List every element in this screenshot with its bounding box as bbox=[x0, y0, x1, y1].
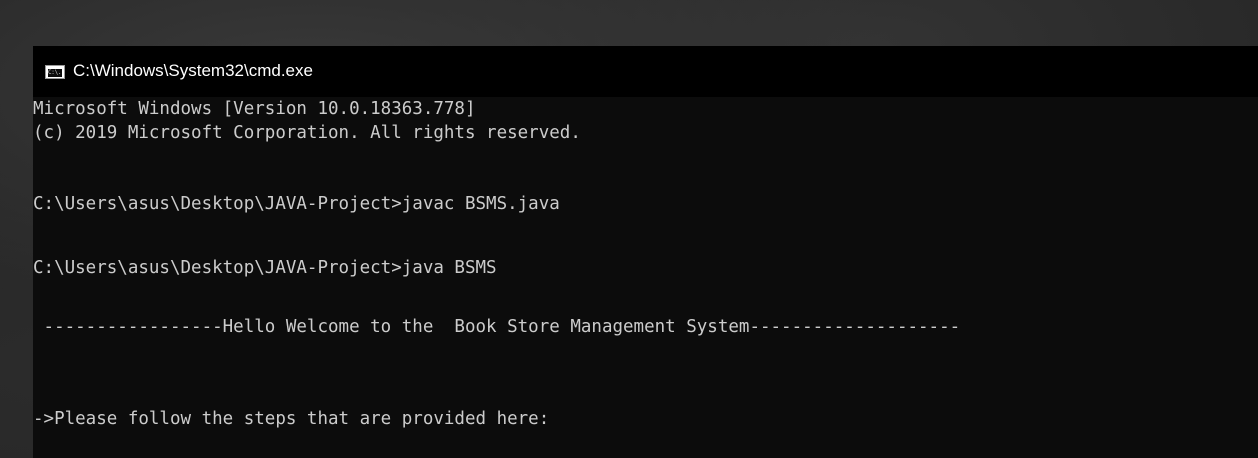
console-line: -----------------Hello Welcome to the Bo… bbox=[33, 317, 961, 337]
console-output[interactable]: Microsoft Windows [Version 10.0.18363.77… bbox=[33, 97, 1258, 458]
console-line: (c) 2019 Microsoft Corporation. All righ… bbox=[33, 123, 581, 143]
console-line: C:\Users\asus\Desktop\JAVA-Project>java … bbox=[33, 258, 497, 278]
desktop-background: C:\. C:\Windows\System32\cmd.exe Microso… bbox=[0, 0, 1258, 458]
cmd-icon: C:\. bbox=[45, 65, 65, 79]
cmd-window[interactable]: C:\. C:\Windows\System32\cmd.exe Microso… bbox=[33, 46, 1258, 458]
window-title: C:\Windows\System32\cmd.exe bbox=[73, 61, 313, 80]
console-line: Microsoft Windows [Version 10.0.18363.77… bbox=[33, 99, 476, 119]
title-bar[interactable]: C:\. C:\Windows\System32\cmd.exe bbox=[33, 46, 1258, 97]
cmd-icon-text: C:\. bbox=[48, 69, 62, 77]
console-line: ->Please follow the steps that are provi… bbox=[33, 409, 550, 429]
console-line: C:\Users\asus\Desktop\JAVA-Project>javac… bbox=[33, 194, 560, 214]
